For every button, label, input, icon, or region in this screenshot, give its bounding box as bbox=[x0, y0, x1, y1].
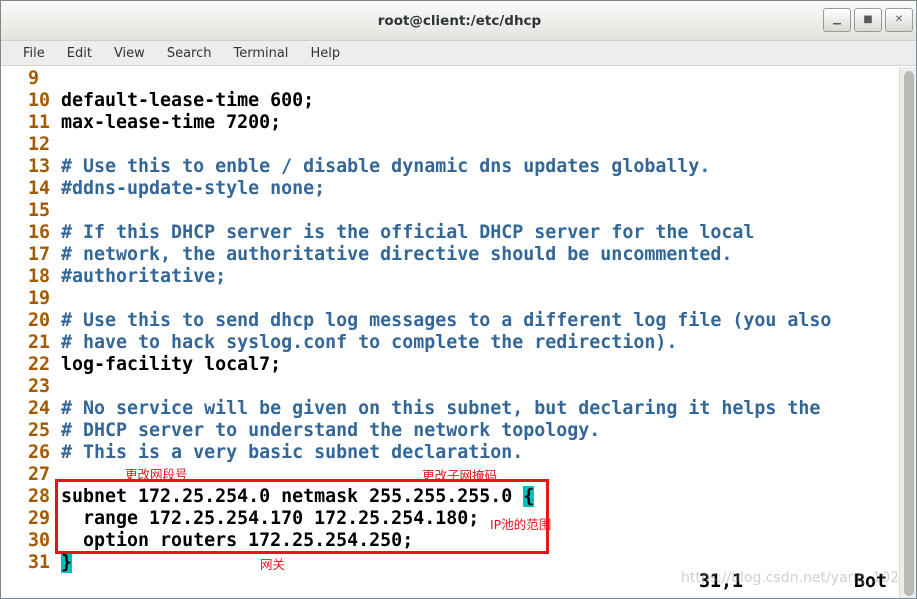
menu-terminal[interactable]: Terminal bbox=[220, 44, 299, 63]
subnet-highlight-box bbox=[55, 479, 549, 554]
line-number: 14 bbox=[28, 178, 51, 199]
line-number: 24 bbox=[28, 398, 51, 419]
line-number: 15 bbox=[28, 200, 51, 221]
line-number: 10 bbox=[28, 90, 51, 111]
line-number: 18 bbox=[28, 266, 51, 287]
line-code: max-lease-time 7200; bbox=[61, 112, 282, 133]
editor-line: 18 #authoritative; bbox=[28, 266, 831, 288]
line-code: log-facility local7; bbox=[61, 354, 282, 375]
editor-line: 9 bbox=[28, 68, 831, 90]
annotation-ip-pool-range: IP池的范围 bbox=[490, 517, 552, 532]
terminal-area[interactable]: 9 10 default-lease-time 600; 11 max-lease-ti… bbox=[1, 67, 908, 598]
watermark: https://blog.csdn.net/yang_1024 bbox=[681, 570, 909, 586]
editor-line: 13 # Use this to enble / disable dynamic … bbox=[28, 156, 831, 178]
maximize-icon: ■ bbox=[863, 14, 873, 25]
menu-search[interactable]: Search bbox=[154, 44, 223, 63]
line-number: 11 bbox=[28, 112, 51, 133]
line-comment: # This is a very basic subnet declaratio… bbox=[61, 442, 524, 463]
line-number: 31 bbox=[28, 552, 51, 573]
menu-edit[interactable]: Edit bbox=[54, 44, 103, 63]
line-number: 16 bbox=[28, 222, 51, 243]
menu-help[interactable]: Help bbox=[297, 44, 351, 63]
menu-bar: File Edit View Search Terminal Help bbox=[1, 41, 916, 66]
editor-line: 20 # Use this to send dhcp log messages t… bbox=[28, 310, 831, 332]
line-comment: # Use this to enble / disable dynamic dn… bbox=[61, 156, 711, 177]
minimize-icon: ▁ bbox=[833, 14, 841, 25]
close-button[interactable]: ✕ bbox=[885, 8, 913, 32]
line-comment: #ddns-update-style none; bbox=[61, 178, 326, 199]
window-controls: ▁ ■ ✕ bbox=[820, 8, 913, 32]
editor-line: 25 # DHCP server to understand the networ… bbox=[28, 420, 831, 442]
line-comment: #authoritative; bbox=[61, 266, 227, 287]
editor-line: 21 # have to hack syslog.conf to complete… bbox=[28, 332, 831, 354]
line-comment: # DHCP server to understand the network … bbox=[61, 420, 601, 441]
editor-line: 16 # If this DHCP server is the official … bbox=[28, 222, 831, 244]
line-number: 17 bbox=[28, 244, 51, 265]
editor-line: 23 bbox=[28, 376, 831, 398]
editor-line: 11 max-lease-time 7200; bbox=[28, 112, 831, 134]
text-cursor: } bbox=[61, 552, 73, 573]
editor-line: 26 # This is a very basic subnet declarat… bbox=[28, 442, 831, 464]
editor-line: 19 bbox=[28, 288, 831, 310]
title-bar[interactable]: root@client:/etc/dhcp ▁ ■ ✕ bbox=[1, 1, 916, 41]
line-number: 21 bbox=[28, 332, 51, 353]
menu-view[interactable]: View bbox=[101, 44, 156, 63]
minimize-button[interactable]: ▁ bbox=[823, 8, 851, 32]
line-comment: # have to hack syslog.conf to complete t… bbox=[61, 332, 678, 353]
terminal-window: root@client:/etc/dhcp ▁ ■ ✕ File Edit Vi… bbox=[0, 0, 917, 599]
maximize-button[interactable]: ■ bbox=[854, 8, 882, 32]
editor-line: 17 # network, the authoritative directive… bbox=[28, 244, 831, 266]
editor-line: 24 # No service will be given on this sub… bbox=[28, 398, 831, 420]
line-comment: # network, the authoritative directive s… bbox=[61, 244, 733, 265]
line-comment: # No service will be given on this subne… bbox=[61, 398, 821, 419]
line-number: 23 bbox=[28, 376, 51, 397]
line-comment: # If this DHCP server is the official DH… bbox=[61, 222, 755, 243]
window-title: root@client:/etc/dhcp bbox=[377, 13, 542, 29]
editor-line: 14 #ddns-update-style none; bbox=[28, 178, 831, 200]
line-number: 19 bbox=[28, 288, 51, 309]
editor-line: 10 default-lease-time 600; bbox=[28, 90, 831, 112]
editor-line: 12 bbox=[28, 134, 831, 156]
editor-line: 15 bbox=[28, 200, 831, 222]
line-code: default-lease-time 600; bbox=[61, 90, 315, 111]
line-number: 20 bbox=[28, 310, 51, 331]
menu-file[interactable]: File bbox=[10, 44, 56, 63]
editor-line: 22 log-facility local7; bbox=[28, 354, 831, 376]
annotation-subnet-mask: 更改子网掩码 bbox=[422, 468, 498, 483]
line-number: 22 bbox=[28, 354, 51, 375]
line-number: 9 bbox=[28, 68, 40, 89]
line-number: 13 bbox=[28, 156, 51, 177]
annotation-network-segment: 更改网段号 bbox=[125, 467, 188, 482]
close-icon: ✕ bbox=[894, 14, 904, 25]
scrollbar-thumb[interactable] bbox=[904, 71, 914, 596]
vertical-scrollbar[interactable] bbox=[899, 67, 916, 598]
line-number: 25 bbox=[28, 420, 51, 441]
line-number: 12 bbox=[28, 134, 51, 155]
annotation-gateway: 网关 bbox=[260, 557, 286, 572]
line-number: 26 bbox=[28, 442, 51, 463]
line-comment: # Use this to send dhcp log messages to … bbox=[61, 310, 832, 331]
